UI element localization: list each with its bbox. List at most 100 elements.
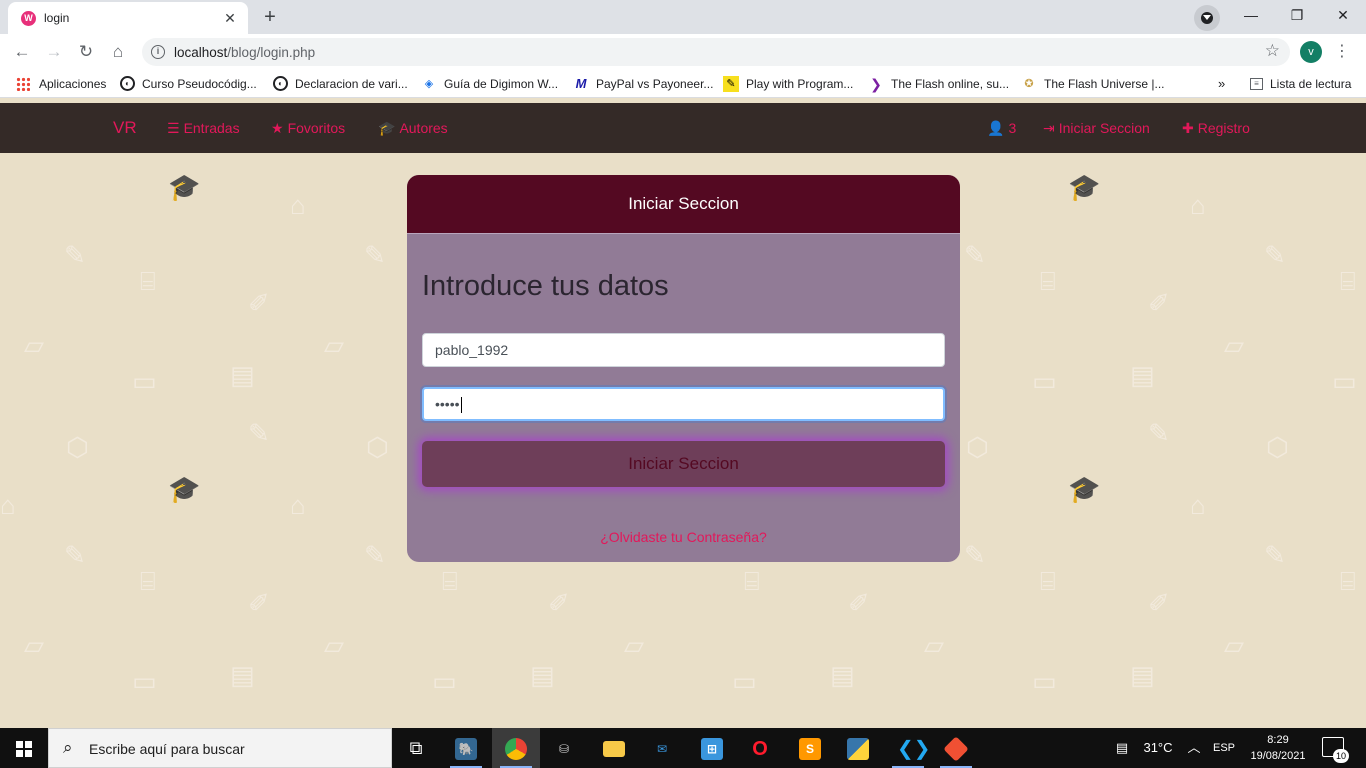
file-explorer-icon[interactable] xyxy=(590,728,638,768)
easel-icon: ⌸ xyxy=(744,566,760,596)
browser-tab-strip: W login ✕ + — ❐ ✕ xyxy=(0,0,1366,34)
tray-overflow-chevron-icon[interactable]: ︿ xyxy=(1184,728,1204,768)
pencil-icon: ✎ xyxy=(964,240,986,270)
postgresql-icon[interactable]: 🐘 xyxy=(442,728,490,768)
easel-icon: ⌸ xyxy=(140,266,156,296)
github-icon: ◐ xyxy=(273,76,288,92)
bookmark-star-icon[interactable]: ☆ xyxy=(1265,41,1280,61)
minimize-button[interactable]: — xyxy=(1228,0,1274,32)
list-icon: ☰ xyxy=(167,120,180,136)
opera-icon[interactable]: O xyxy=(736,728,784,768)
pencil-icon: ✎ xyxy=(364,240,386,270)
browser-toolbar: ← → ↻ ⌂ i localhost/blog/login.php ☆ v ⋮ xyxy=(0,34,1366,70)
weather-icon[interactable]: ▤ xyxy=(1108,728,1136,768)
chrome-icon[interactable] xyxy=(492,728,540,768)
url-host: localhost xyxy=(174,45,228,60)
nav-favoritos-label: Fovoritos xyxy=(287,120,346,136)
vscode-icon[interactable]: ❮❯ xyxy=(884,728,932,768)
weather-temperature[interactable]: 31°C xyxy=(1138,728,1178,768)
url-text[interactable]: localhost/blog/login.php xyxy=(174,45,315,60)
back-arrow-icon[interactable]: ← xyxy=(8,39,36,65)
maximize-button[interactable]: ❐ xyxy=(1274,0,1320,32)
bookmark-item[interactable]: ✪ The Flash Universe |... xyxy=(1021,76,1165,92)
pencil-icon: ✎ xyxy=(364,540,386,570)
mail-icon[interactable]: ✉ xyxy=(638,728,686,768)
bookmark-label: Curso Pseudocódig... xyxy=(142,76,257,91)
backpack-icon: ⌂ xyxy=(1190,190,1206,220)
bookmark-aplicaciones[interactable]: Aplicaciones xyxy=(16,76,106,92)
bookmarks-overflow-icon[interactable]: » xyxy=(1218,76,1225,92)
ruler-icon: ▭ xyxy=(132,366,157,396)
notifications-icon[interactable]: 10 xyxy=(1322,737,1349,763)
profile-avatar[interactable]: v xyxy=(1300,41,1322,63)
github-icon: ◐ xyxy=(120,76,135,92)
bookmark-item[interactable]: ◐ Declaracion de vari... xyxy=(273,76,408,92)
bookmark-item[interactable]: ✎ Play with Program... xyxy=(723,76,853,92)
bookmark-label: The Flash Universe |... xyxy=(1044,77,1165,91)
ruler-icon: ▭ xyxy=(1032,366,1057,396)
nav-autores[interactable]: 🎓 Autores xyxy=(378,120,448,137)
pencil-icon: ✎ xyxy=(64,540,86,570)
pen-icon: ✐ xyxy=(1148,288,1170,318)
graduation-cap-icon: 🎓 xyxy=(378,120,396,136)
reload-icon[interactable]: ↻ xyxy=(72,39,100,65)
bookmark-item[interactable]: M PayPal vs Payoneer... xyxy=(573,76,714,92)
reading-list-icon: ≡ xyxy=(1250,77,1263,90)
nav-iniciar-seccion[interactable]: ⇥ Iniciar Seccion xyxy=(1043,120,1150,137)
clock-date: 19/08/2021 xyxy=(1250,750,1306,762)
login-card: Iniciar Seccion Introduce tus datos pabl… xyxy=(407,175,960,562)
nav-registro[interactable]: ✚ Registro xyxy=(1182,120,1250,137)
password-field[interactable]: ••••• xyxy=(422,387,945,421)
tab-search-button[interactable] xyxy=(1194,5,1220,31)
taskbar-clock[interactable]: 8:29 19/08/2021 xyxy=(1246,732,1310,764)
bookmark-item[interactable]: ◈ Guía de Digimon W... xyxy=(421,76,558,92)
sign-in-icon: ⇥ xyxy=(1043,120,1055,136)
nav-favoritos[interactable]: ★ Fovoritos xyxy=(271,120,345,137)
python-icon[interactable] xyxy=(834,728,882,768)
nav-entradas[interactable]: ☰ Entradas xyxy=(167,120,240,137)
browser-tab[interactable]: W login ✕ xyxy=(8,2,248,34)
git-icon[interactable] xyxy=(932,728,980,768)
sublime-text-icon[interactable]: S xyxy=(786,728,834,768)
graduation-cap-icon: 🎓 xyxy=(168,172,201,202)
graduation-cap-icon: 🎓 xyxy=(1068,474,1101,504)
clock-time: 8:29 xyxy=(1267,734,1289,746)
tab-close-icon[interactable]: ✕ xyxy=(220,8,240,28)
login-card-header: Iniciar Seccion xyxy=(407,175,960,234)
cube-icon: ⬡ xyxy=(966,432,989,462)
forward-arrow-icon[interactable]: → xyxy=(40,39,68,65)
windows-logo-icon xyxy=(16,741,32,757)
browser-menu-icon[interactable]: ⋮ xyxy=(1334,40,1350,64)
plus-icon: ✚ xyxy=(1182,120,1194,136)
username-field[interactable]: pablo_1992 xyxy=(422,333,945,367)
vscode-glyph: ❮❯ xyxy=(897,738,931,761)
bookmark-item[interactable]: ❯ The Flash online, su... xyxy=(868,76,1009,92)
nav-user-count[interactable]: 👤 3 xyxy=(987,120,1016,137)
database-icon[interactable]: ⛁ xyxy=(540,728,588,768)
brand-logo[interactable]: VR xyxy=(113,118,137,138)
close-window-button[interactable]: ✕ xyxy=(1320,0,1366,32)
login-submit-button[interactable]: Iniciar Seccion xyxy=(422,441,945,487)
taskbar-search-box[interactable]: ⌕ Escribe aquí para buscar xyxy=(48,728,392,768)
address-bar[interactable]: i localhost/blog/login.php ☆ xyxy=(142,38,1290,66)
easel-icon: ⌸ xyxy=(140,566,156,596)
bookmark-item[interactable]: ◐ Curso Pseudocódig... xyxy=(120,76,257,92)
windows-taskbar: ⌕ Escribe aquí para buscar ⧉ 🐘 ⛁ ✉ ⊞ O S… xyxy=(0,728,1366,768)
store-icon[interactable]: ⊞ xyxy=(688,728,736,768)
user-count-value: 3 xyxy=(1008,120,1017,136)
password-mask: ••••• xyxy=(435,396,460,412)
home-icon[interactable]: ⌂ xyxy=(104,39,132,65)
bookmark-label: Guía de Digimon W... xyxy=(444,77,559,91)
ruler-icon: ▭ xyxy=(732,666,757,696)
task-view-icon[interactable]: ⧉ xyxy=(392,728,440,768)
pencil-icon: ✎ xyxy=(1264,240,1286,270)
reading-list-button[interactable]: ≡ Lista de lectura xyxy=(1250,76,1351,92)
new-tab-button[interactable]: + xyxy=(256,5,284,29)
ruler-icon: ▭ xyxy=(432,666,457,696)
start-button[interactable] xyxy=(0,728,48,768)
forgot-password-link[interactable]: ¿Olvidaste tu Contraseña? xyxy=(407,529,960,545)
language-indicator[interactable]: ESP xyxy=(1210,728,1238,768)
info-icon[interactable]: i xyxy=(151,45,165,59)
tab-title: login xyxy=(44,11,70,25)
easel-icon: ⌸ xyxy=(442,566,458,596)
